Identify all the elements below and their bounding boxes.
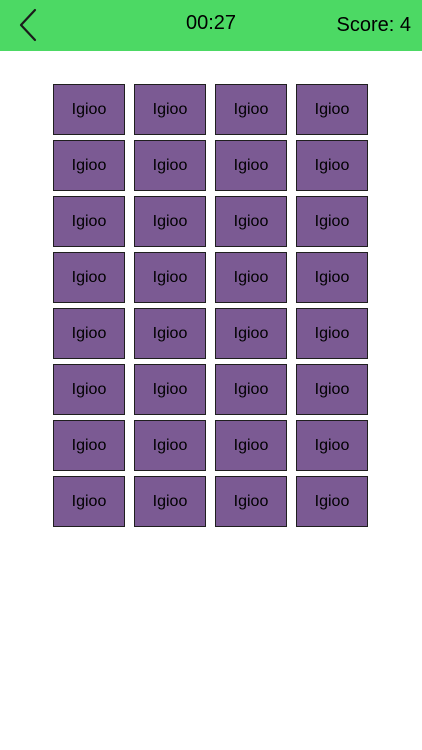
memory-tile[interactable]: Igioo	[215, 196, 287, 247]
memory-tile[interactable]: Igioo	[215, 476, 287, 527]
memory-tile[interactable]: Igioo	[53, 364, 125, 415]
memory-tile[interactable]: Igioo	[215, 84, 287, 135]
memory-tile[interactable]: Igioo	[53, 420, 125, 471]
memory-tile[interactable]: Igioo	[134, 364, 206, 415]
memory-tile[interactable]: Igioo	[134, 140, 206, 191]
memory-tile[interactable]: Igioo	[53, 476, 125, 527]
memory-tile[interactable]: Igioo	[134, 252, 206, 303]
top-bar: 00:27 Score: 4	[0, 0, 422, 51]
memory-tile[interactable]: Igioo	[296, 140, 368, 191]
memory-tile[interactable]: Igioo	[134, 420, 206, 471]
memory-tile[interactable]: Igioo	[134, 476, 206, 527]
memory-tile[interactable]: Igioo	[296, 84, 368, 135]
memory-tile[interactable]: Igioo	[215, 140, 287, 191]
memory-tile[interactable]: Igioo	[296, 364, 368, 415]
memory-tile[interactable]: Igioo	[134, 196, 206, 247]
memory-tile[interactable]: Igioo	[134, 308, 206, 359]
memory-tile[interactable]: Igioo	[296, 420, 368, 471]
memory-tile[interactable]: Igioo	[296, 196, 368, 247]
score-label: Score: 4	[336, 14, 411, 36]
memory-tile[interactable]: Igioo	[215, 420, 287, 471]
memory-tile[interactable]: Igioo	[53, 308, 125, 359]
memory-tile[interactable]: Igioo	[296, 252, 368, 303]
memory-tile[interactable]: Igioo	[296, 476, 368, 527]
memory-tile[interactable]: Igioo	[215, 308, 287, 359]
memory-tile[interactable]: Igioo	[53, 252, 125, 303]
memory-tile[interactable]: Igioo	[296, 308, 368, 359]
tile-grid: Igioo Igioo Igioo Igioo Igioo Igioo Igio…	[53, 84, 368, 527]
memory-tile[interactable]: Igioo	[215, 364, 287, 415]
memory-tile[interactable]: Igioo	[53, 140, 125, 191]
memory-tile[interactable]: Igioo	[215, 252, 287, 303]
memory-tile[interactable]: Igioo	[134, 84, 206, 135]
memory-tile[interactable]: Igioo	[53, 196, 125, 247]
memory-tile[interactable]: Igioo	[53, 84, 125, 135]
